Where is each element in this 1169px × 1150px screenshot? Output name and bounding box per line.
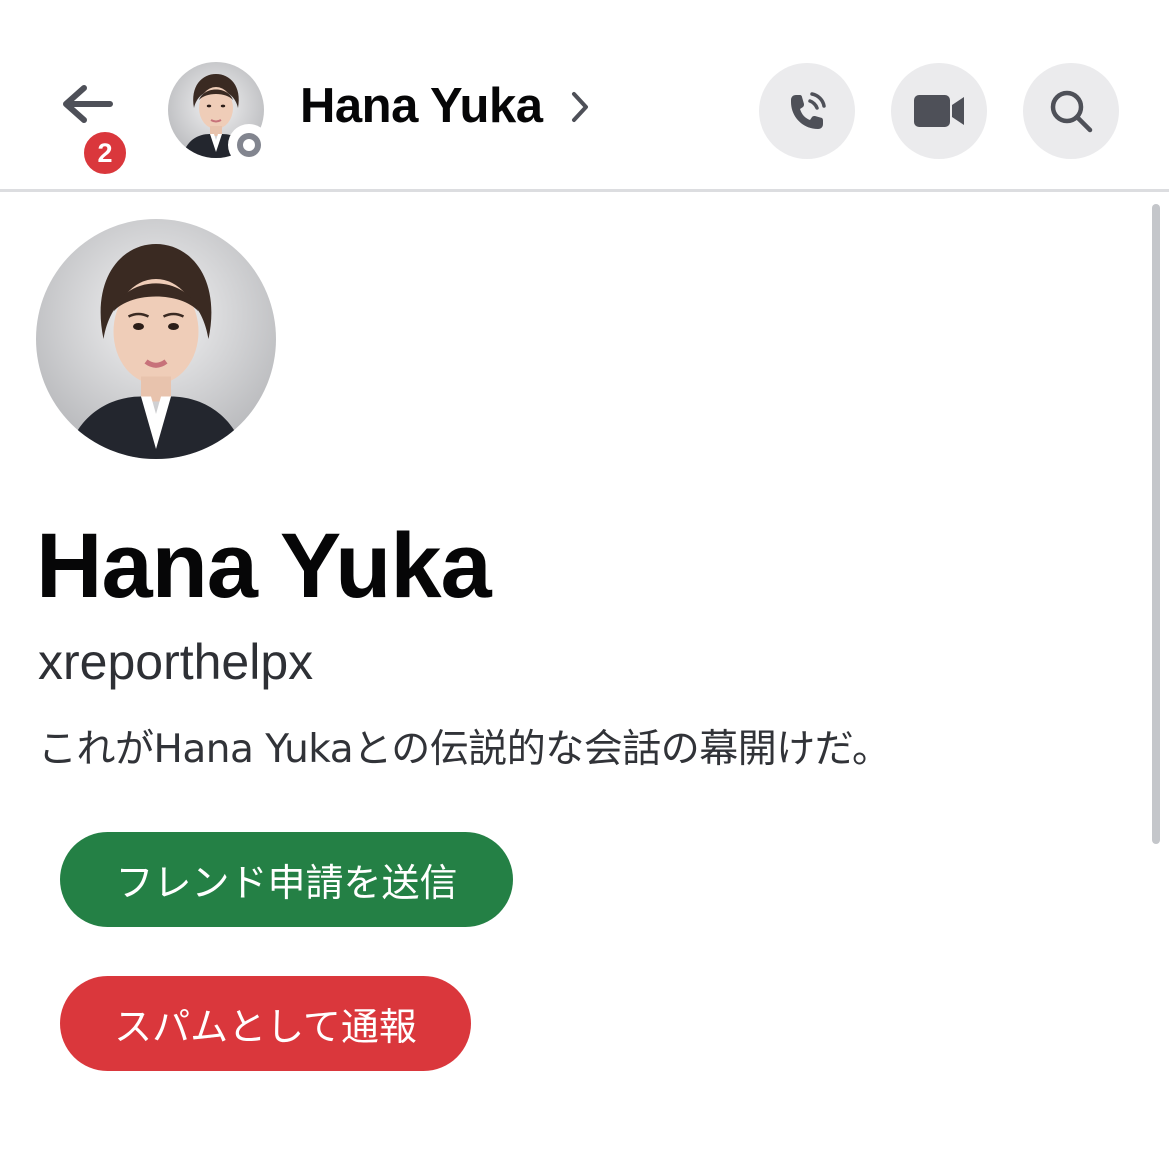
voice-call-button[interactable] (759, 63, 855, 159)
profile-display-name: Hana Yuka (36, 515, 492, 617)
header-username[interactable]: Hana Yuka (300, 74, 543, 138)
video-camera-icon (914, 95, 964, 127)
phone-icon (791, 92, 826, 129)
chevron-right-icon[interactable] (568, 90, 592, 124)
unread-badge: 2 (80, 128, 130, 178)
back-button[interactable]: 2 (48, 72, 130, 178)
profile-avatar (36, 219, 276, 459)
search-icon (1050, 90, 1093, 133)
scrollbar[interactable] (1152, 204, 1160, 844)
offline-status-indicator (228, 124, 270, 166)
search-button[interactable] (1023, 63, 1119, 159)
send-friend-request-button[interactable]: フレンド申請を送信 (60, 832, 513, 927)
report-spam-button[interactable]: スパムとして通報 (60, 976, 471, 1071)
dm-screen: 2 Hana Yuka Hana Yuka xreporthelpx これがHa… (0, 0, 1169, 1150)
profile-username: xreporthelpx (38, 634, 314, 690)
conversation-intro-text: これがHana Yukaとの伝説的な会話の幕開けだ。 (38, 727, 891, 772)
chat-header: 2 Hana Yuka (0, 0, 1169, 192)
video-call-button[interactable] (891, 63, 987, 159)
